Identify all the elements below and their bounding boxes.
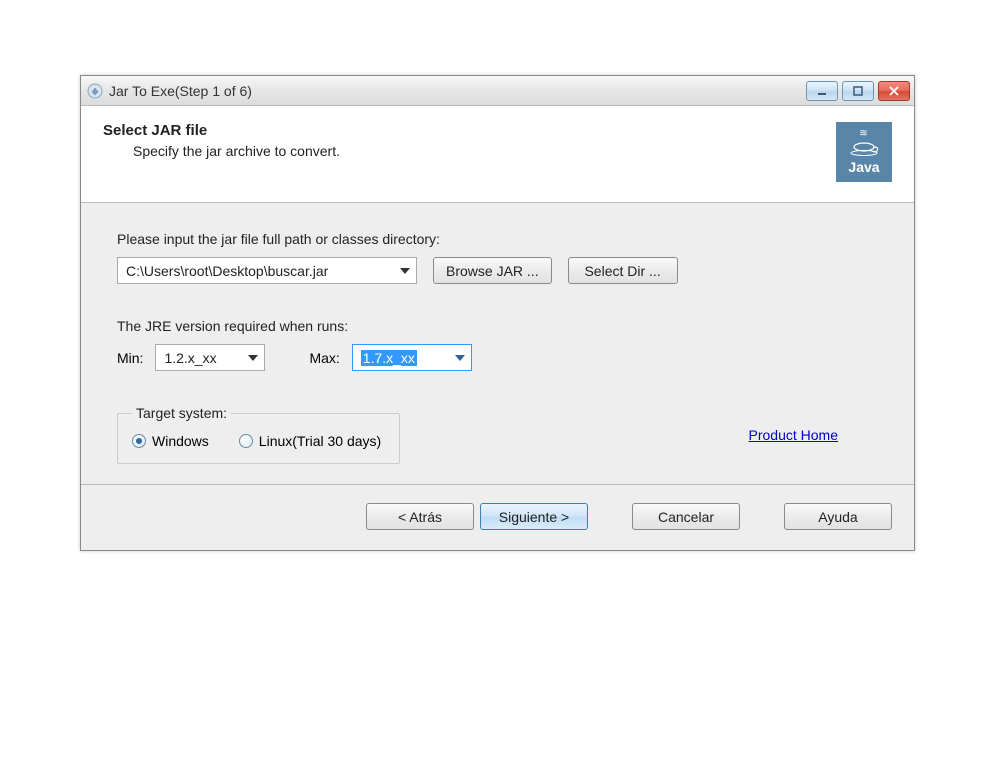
maximize-button[interactable] xyxy=(842,81,874,101)
radio-unchecked-icon xyxy=(239,434,253,448)
jre-max-combo[interactable]: 1.7.x_xx xyxy=(352,344,472,371)
jre-min-value: 1.2.x_xx xyxy=(164,350,216,366)
target-legend: Target system: xyxy=(132,405,231,421)
page-title: Select JAR file xyxy=(103,122,340,139)
titlebar[interactable]: Jar To Exe(Step 1 of 6) xyxy=(81,76,914,106)
radio-windows-label: Windows xyxy=(152,433,209,449)
wizard-content: Please input the jar file full path or c… xyxy=(81,203,914,484)
window-title: Jar To Exe(Step 1 of 6) xyxy=(109,83,806,99)
radio-linux-label: Linux(Trial 30 days) xyxy=(259,433,381,449)
cancel-button[interactable]: Cancelar xyxy=(632,503,740,530)
wizard-window: Jar To Exe(Step 1 of 6) Select JAR file … xyxy=(80,75,915,551)
max-label: Max: xyxy=(309,350,339,366)
radio-windows[interactable]: Windows xyxy=(132,433,209,449)
chevron-down-icon xyxy=(400,268,410,274)
browse-jar-button[interactable]: Browse JAR ... xyxy=(433,257,552,284)
help-button[interactable]: Ayuda xyxy=(784,503,892,530)
radio-checked-icon xyxy=(132,434,146,448)
chevron-down-icon xyxy=(248,355,258,361)
minimize-button[interactable] xyxy=(806,81,838,101)
product-home-link[interactable]: Product Home xyxy=(749,427,838,443)
jar-path-value: C:\Users\root\Desktop\buscar.jar xyxy=(126,263,328,279)
wizard-header: Select JAR file Specify the jar archive … xyxy=(81,106,914,203)
java-logo-icon: ≋ Java xyxy=(836,122,892,182)
page-subtitle: Specify the jar archive to convert. xyxy=(133,143,340,159)
next-button[interactable]: Siguiente > xyxy=(480,503,588,530)
path-label: Please input the jar file full path or c… xyxy=(117,231,878,247)
chevron-down-icon xyxy=(455,355,465,361)
back-button[interactable]: < Atrás xyxy=(366,503,474,530)
close-button[interactable] xyxy=(878,81,910,101)
jre-max-value: 1.7.x_xx xyxy=(361,350,417,366)
jar-path-combo[interactable]: C:\Users\root\Desktop\buscar.jar xyxy=(117,257,417,284)
target-system-group: Target system: Windows Linux(Trial 30 da… xyxy=(117,405,400,464)
wizard-footer: < Atrás Siguiente > Cancelar Ayuda xyxy=(81,484,914,550)
radio-linux[interactable]: Linux(Trial 30 days) xyxy=(239,433,381,449)
jre-label: The JRE version required when runs: xyxy=(117,318,878,334)
app-icon xyxy=(87,83,103,99)
select-dir-button[interactable]: Select Dir ... xyxy=(568,257,678,284)
min-label: Min: xyxy=(117,350,143,366)
jre-min-combo[interactable]: 1.2.x_xx xyxy=(155,344,265,371)
